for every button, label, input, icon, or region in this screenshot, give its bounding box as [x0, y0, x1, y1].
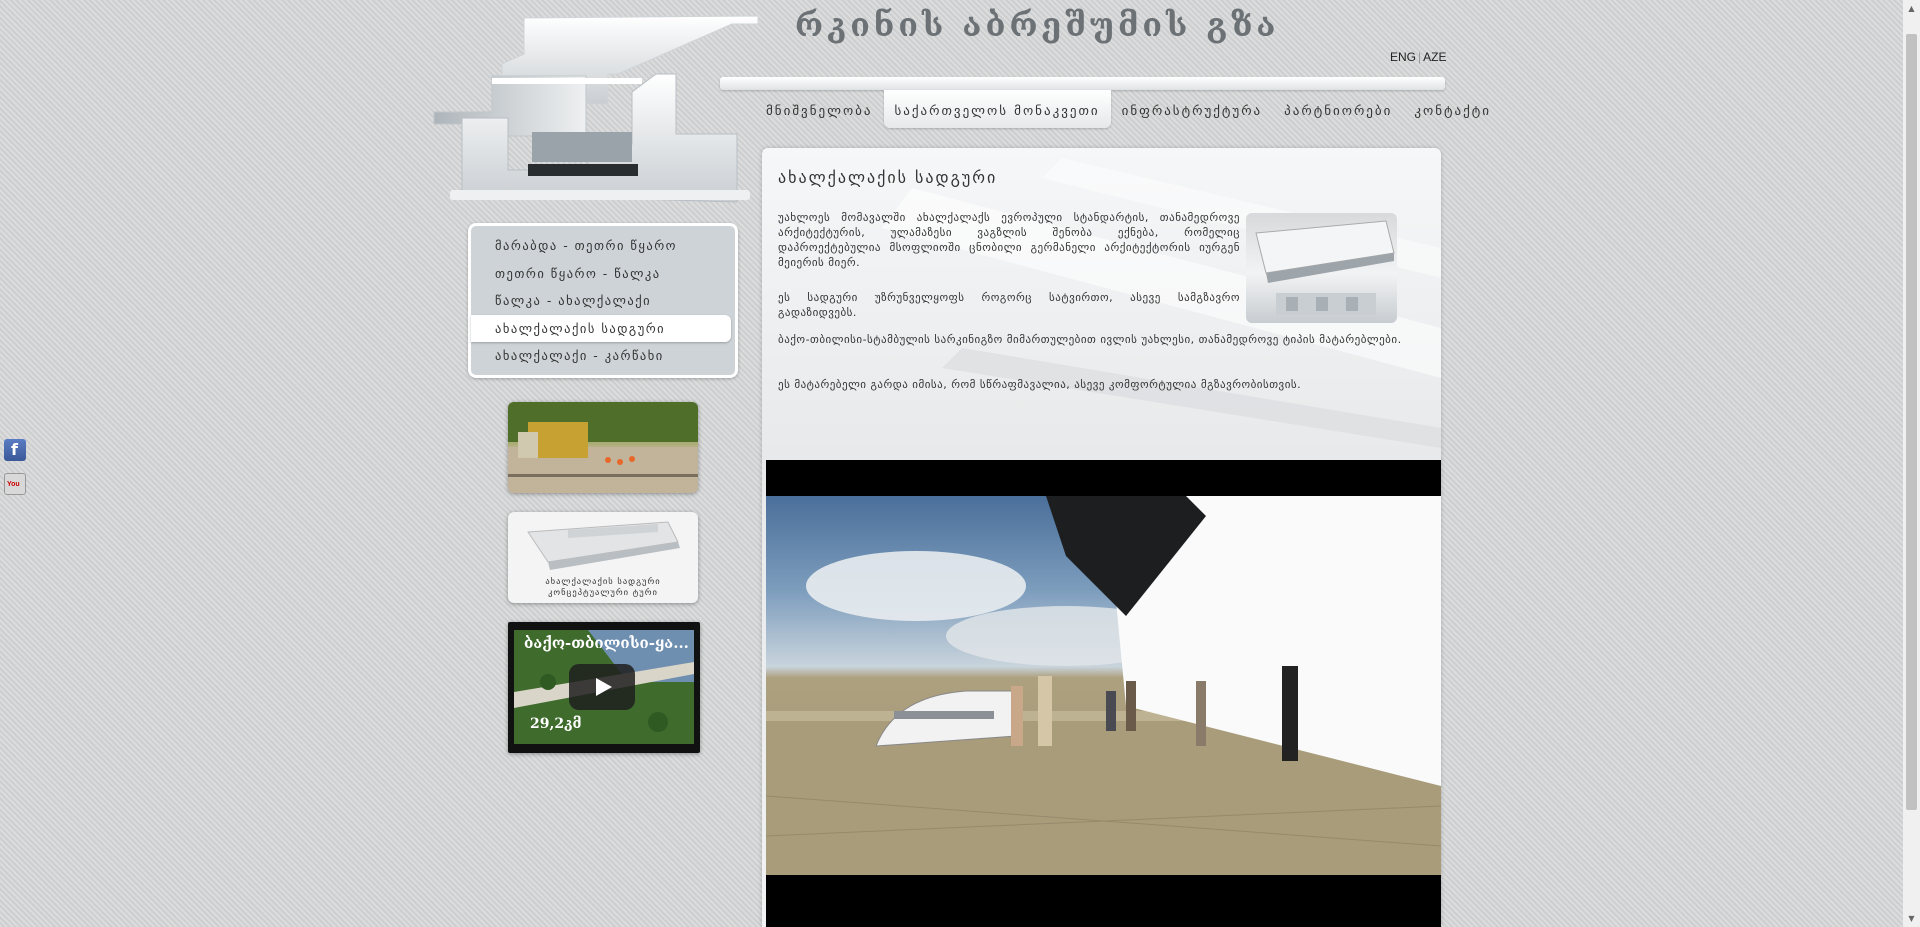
section-item-marabda-tetritskaro[interactable]: მარაბდა - თეთრი წყარო — [471, 232, 735, 260]
nav-item-partners[interactable]: პარტნიორები — [1273, 90, 1403, 128]
station-tour-caption-line2: კონცეპტუალური ტური — [548, 588, 658, 598]
top-bar — [720, 77, 1445, 90]
language-switcher: ENG | AZE — [1390, 50, 1446, 64]
video-still — [766, 496, 1441, 875]
nav-item-infrastructure[interactable]: ინფრასტრუქტურა — [1111, 90, 1274, 128]
nav-item-importance[interactable]: მნიშვნელობა — [755, 90, 884, 128]
construction-photo-thumb[interactable] — [508, 402, 698, 493]
station-tour-caption-line1: ახალქალაქის სადგური — [545, 577, 661, 587]
nav-item-contact[interactable]: კონტაქტი — [1403, 90, 1502, 128]
scroll-down-arrow-icon[interactable]: ▼ — [1903, 910, 1920, 927]
site-title: რკინის აბრეშუმის გზა — [795, 6, 1280, 44]
page-title: ახალქალაქის სადგური — [778, 168, 998, 187]
play-icon[interactable] — [569, 664, 635, 710]
lang-eng-link[interactable]: ENG — [1390, 50, 1416, 64]
video-player[interactable] — [766, 460, 1441, 927]
video-thumb[interactable]: ბაქო-თბილისი-ყა... 29,2კმ — [508, 622, 700, 753]
lang-separator: | — [1418, 50, 1422, 64]
section-menu: მარაბდა - თეთრი წყარო თეთრი წყარო - წალკ… — [468, 223, 738, 378]
video-distance: 29,2კმ — [530, 716, 582, 732]
content-paragraph-2: ეს სადგური უზრუნველყოფს როგორც სატვირთო,… — [778, 291, 1240, 319]
station-photo[interactable] — [1246, 213, 1397, 323]
video-frame[interactable] — [766, 496, 1441, 875]
video-title: ბაქო-თბილისი-ყა... — [524, 634, 689, 652]
station-tour-thumb[interactable]: ახალქალაქის სადგური კონცეპტუალური ტური — [508, 512, 698, 603]
facebook-icon[interactable]: f — [4, 439, 26, 461]
scroll-thumb[interactable] — [1906, 34, 1917, 810]
construction-photo — [508, 402, 698, 493]
content-paragraph-1: უახლოეს მომავალში ახალქალაქს ევროპული სტ… — [778, 211, 1240, 269]
station-render — [527, 521, 680, 570]
content-panel: ახალქალაქის სადგური უახლოეს მომავალში ახ… — [762, 148, 1441, 927]
main-nav: მნიშვნელობა საქართველოს მონაკვეთი ინფრას… — [755, 90, 1502, 128]
youtube-icon[interactable]: You — [4, 473, 26, 495]
section-item-akhalkalaki-kartsakhi[interactable]: ახალქალაქი - კარწახი — [471, 342, 735, 370]
station-logo[interactable] — [432, 14, 762, 206]
content-paragraph-4: ეს მატარებელი გარდა იმისა, რომ სწრაფმავა… — [778, 378, 1302, 391]
section-item-akhalkalaki-station[interactable]: ახალქალაქის სადგური — [471, 314, 731, 342]
station-tour-caption: ახალქალაქის სადგური კონცეპტუალური ტური — [508, 577, 698, 599]
lang-aze-link[interactable]: AZE — [1423, 50, 1446, 64]
station-photo-image — [1255, 220, 1395, 315]
nav-item-georgian-section[interactable]: საქართველოს მონაკვეთი — [883, 90, 1111, 128]
content-paragraph-3: ბაქო-თბილისი-სტამბულის სარკინიგზო მიმართ… — [778, 333, 1402, 346]
scroll-up-arrow-icon[interactable]: ▲ — [1903, 0, 1920, 17]
section-item-tsalka-akhalkalaki[interactable]: წალკა - ახალქალაქი — [471, 287, 735, 315]
page-scrollbar[interactable]: ▲ ▼ — [1903, 0, 1920, 927]
section-item-tetritskaro-tsalka[interactable]: თეთრი წყარო - წალკა — [471, 260, 735, 288]
